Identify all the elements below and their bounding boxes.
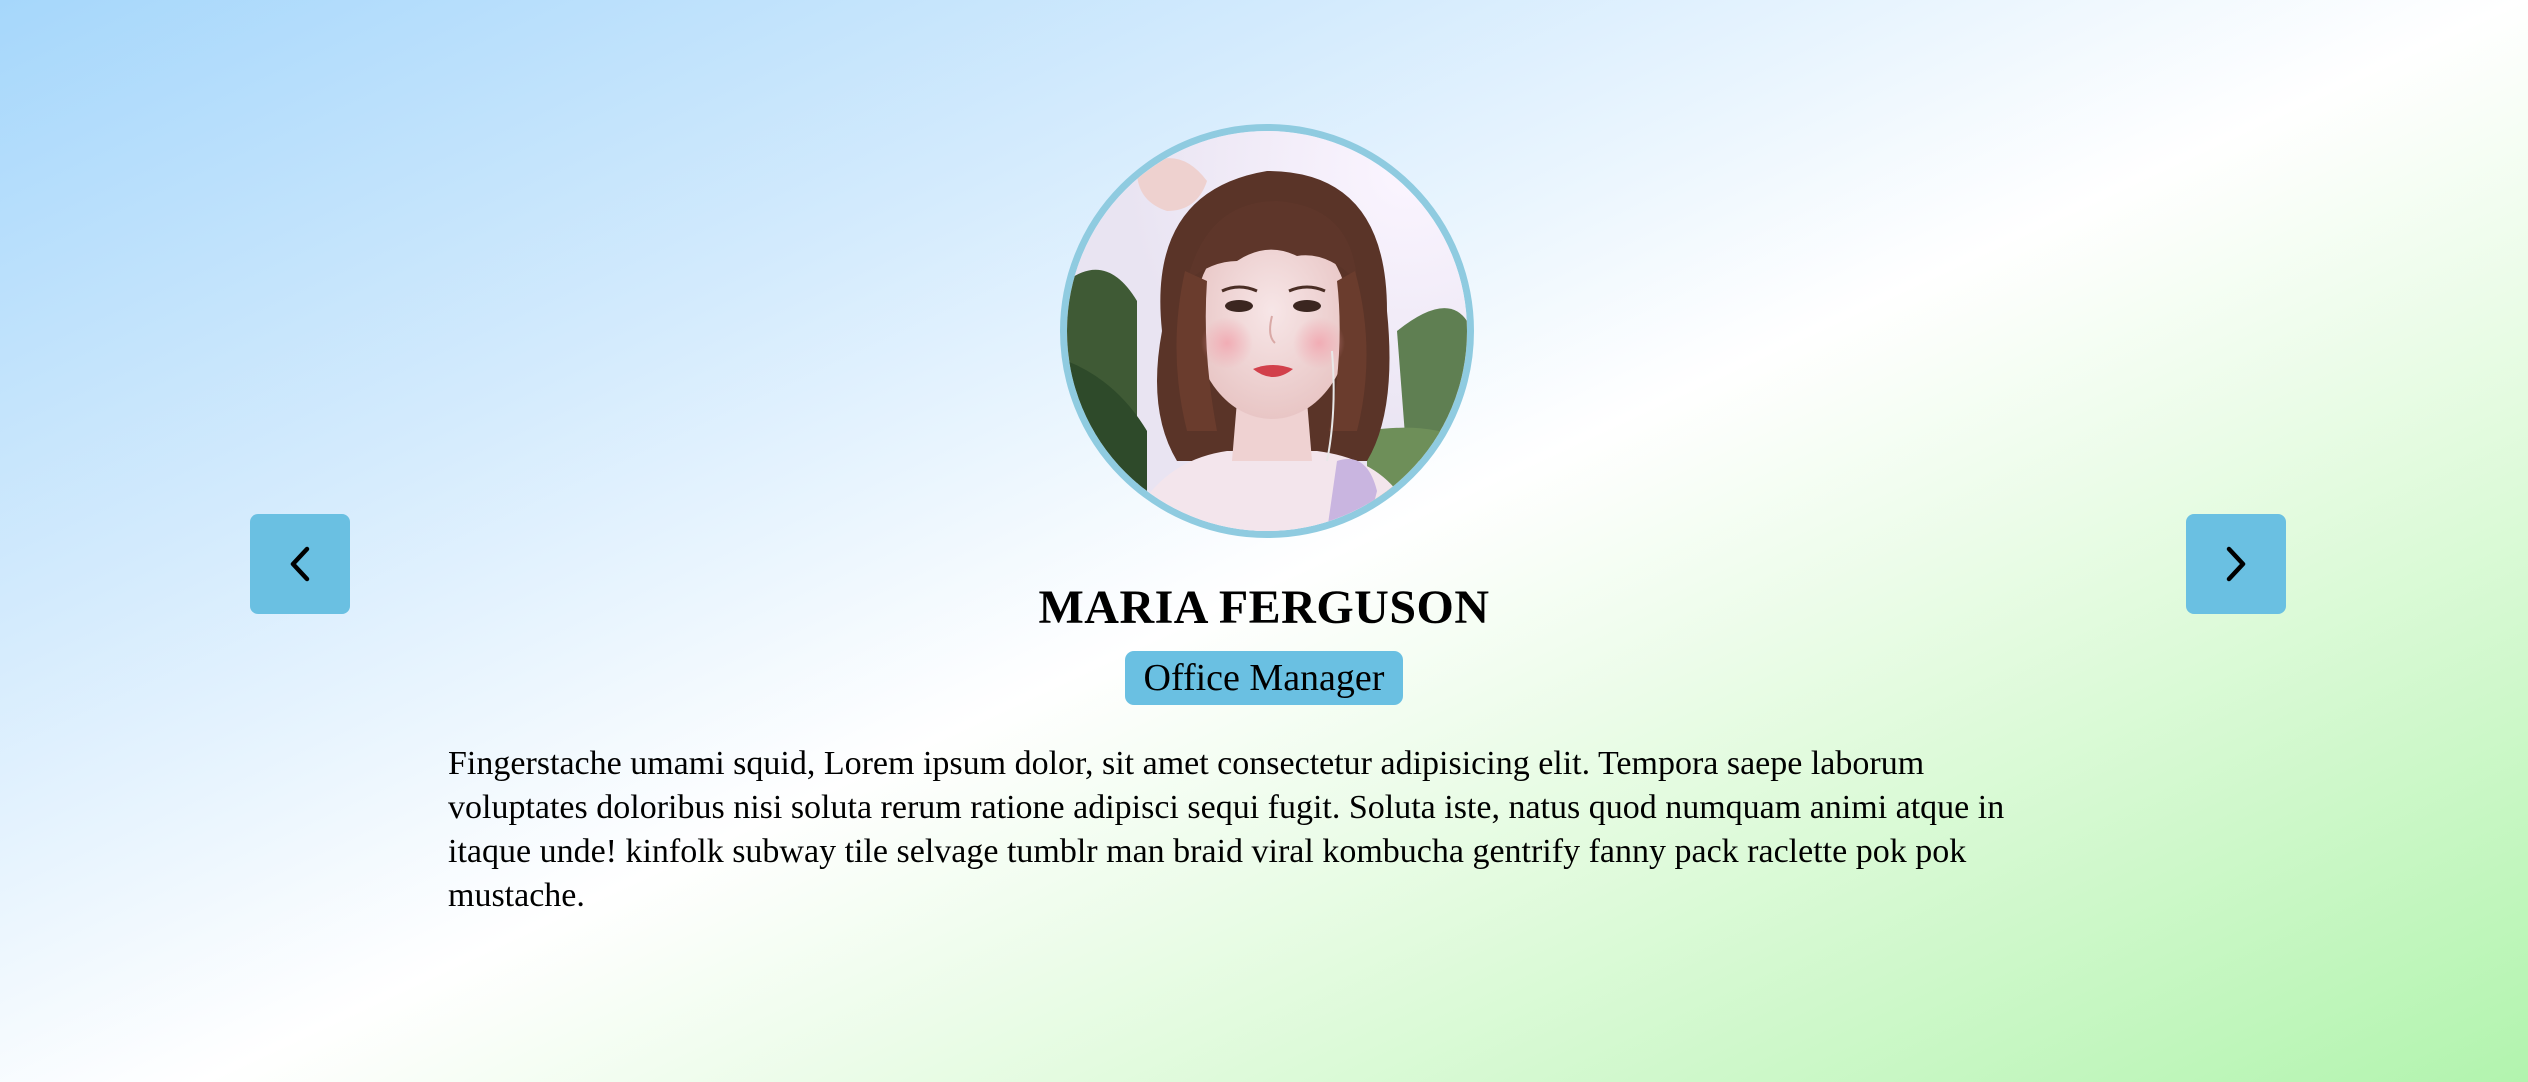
chevron-left-icon xyxy=(290,546,310,582)
testimonial-slider: MARIA FERGUSON Office Manager Fingerstac… xyxy=(0,0,2528,1082)
chevron-right-icon xyxy=(2226,546,2246,582)
avatar xyxy=(1060,124,1474,538)
prev-button[interactable] xyxy=(250,514,350,614)
role-badge: Office Manager xyxy=(1124,651,1404,705)
profile-photo xyxy=(1067,131,1467,531)
person-name: MARIA FERGUSON xyxy=(1038,581,1490,634)
next-button[interactable] xyxy=(2186,514,2286,614)
role-badge-wrap: Office Manager xyxy=(0,651,2528,705)
testimonial-text: Fingerstache umami squid, Lorem ipsum do… xyxy=(448,745,2005,914)
